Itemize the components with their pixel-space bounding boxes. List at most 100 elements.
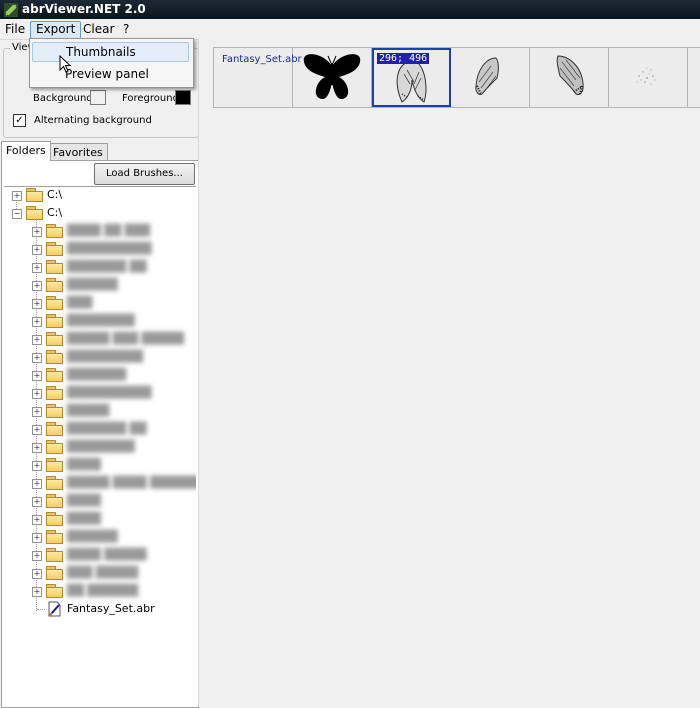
expand-icon[interactable]: + xyxy=(32,497,42,507)
menu-clear[interactable]: Clear xyxy=(78,21,119,37)
thumbnail-wing-selected[interactable]: 296; 496 xyxy=(372,48,451,107)
folder-icon xyxy=(46,584,63,598)
folder-label-redacted: ██████ xyxy=(67,278,118,291)
menu-file[interactable]: File xyxy=(0,21,30,37)
expand-icon[interactable]: + xyxy=(32,587,42,597)
expand-icon[interactable]: + xyxy=(32,371,42,381)
tree-folder-row[interactable]: + ████████ xyxy=(4,439,194,455)
tree-folder-row[interactable]: + ██████ xyxy=(4,529,194,545)
menu-item-preview-panel[interactable]: Preview panel xyxy=(32,64,187,84)
tree-folder-row[interactable]: + █████ xyxy=(4,403,194,419)
tree-folder-row[interactable]: + ████ xyxy=(4,511,194,527)
tree-folder-row[interactable]: + ██████████ xyxy=(4,241,194,257)
tree-folder-row[interactable]: + ████ xyxy=(4,457,194,473)
tree-folder-row[interactable]: + ██ ██████ xyxy=(4,583,194,599)
tree-folder-row[interactable]: + █████ ███ █████ xyxy=(4,331,194,347)
title-bar: abrViewer.NET 2.0 xyxy=(0,0,700,19)
expand-icon[interactable]: + xyxy=(32,569,42,579)
folder-icon xyxy=(46,530,63,544)
folder-tree: + C:\ − C:\ + ████ ██ ███ + ██████████ + ██… xyxy=(4,186,196,706)
folder-label-redacted: █████████ xyxy=(67,350,144,363)
expand-icon[interactable]: + xyxy=(12,191,22,201)
expand-icon[interactable]: + xyxy=(32,281,42,291)
tree-folder-row[interactable]: + █████ ████ ████████ xyxy=(4,475,196,491)
drive-label: C:\ xyxy=(47,206,63,219)
folder-label-redacted: ██████████ xyxy=(67,242,152,255)
folder-label-redacted: ██████ xyxy=(67,530,118,543)
folder-label-redacted: █████ ████ ████████ xyxy=(67,476,196,489)
tree-folder-row[interactable]: + ███ █████ xyxy=(4,565,194,581)
folder-icon xyxy=(46,224,63,238)
tree-folder-row[interactable]: + ██████ xyxy=(4,277,194,293)
collapse-icon[interactable]: − xyxy=(12,209,22,219)
tree-folder-row[interactable]: + ███████ ██ xyxy=(4,259,194,275)
expand-icon[interactable]: + xyxy=(32,515,42,525)
expand-icon[interactable]: + xyxy=(32,317,42,327)
menu-export[interactable]: Export xyxy=(30,21,82,39)
alternating-background-checkbox[interactable]: ✓ xyxy=(13,114,26,127)
folder-label-redacted: █████ ███ █████ xyxy=(67,332,184,345)
foreground-color-swatch[interactable] xyxy=(175,90,191,105)
expand-icon[interactable]: + xyxy=(32,443,42,453)
expand-icon[interactable]: + xyxy=(32,551,42,561)
menu-item-preview-panel-label: Preview panel xyxy=(65,67,149,81)
expand-icon[interactable]: + xyxy=(32,479,42,489)
expand-icon[interactable]: + xyxy=(32,461,42,471)
expand-icon[interactable]: + xyxy=(32,407,42,417)
folder-icon xyxy=(46,566,63,580)
folder-label-redacted: ████ xyxy=(67,512,101,525)
tree-folder-row[interactable]: + ███ xyxy=(4,295,194,311)
folder-icon xyxy=(46,278,63,292)
file-label: Fantasy_Set.abr xyxy=(67,602,155,615)
thumbnail-sparkle[interactable] xyxy=(609,48,688,107)
tree-folder-row[interactable]: + ████ xyxy=(4,493,194,509)
background-color-swatch[interactable] xyxy=(90,90,106,105)
thumbnail-cell-partial[interactable] xyxy=(688,48,700,107)
tree-folder-row[interactable]: + ████ █████ xyxy=(4,547,194,563)
tree-folder-row[interactable]: + ██████████ xyxy=(4,385,194,401)
tree-folder-row[interactable]: + ███████ ██ xyxy=(4,421,194,437)
folder-label-redacted: █████ xyxy=(67,404,110,417)
folders-panel: Load Brushes... + C:\ − C:\ + ████ ██ ███… xyxy=(1,160,199,708)
alternating-background-label: Alternating background xyxy=(34,115,152,126)
tree-folder-row[interactable]: + ███████ xyxy=(4,367,194,383)
tree-folder-row[interactable]: + █████████ xyxy=(4,349,194,365)
load-brushes-button[interactable]: Load Brushes... xyxy=(94,163,195,185)
tree-drive-row[interactable]: − C:\ xyxy=(4,205,194,221)
tree-drive-row[interactable]: + C:\ xyxy=(4,187,194,203)
drive-label: C:\ xyxy=(47,188,63,201)
folder-icon xyxy=(46,440,63,454)
expand-icon[interactable]: + xyxy=(32,353,42,363)
thumbnail-wing[interactable] xyxy=(530,48,609,107)
tree-folder-row[interactable]: + ████████ xyxy=(4,313,194,329)
tree-file-row[interactable]: Fantasy_Set.abr xyxy=(4,601,194,617)
wing-brush-icon xyxy=(475,57,499,95)
menu-help[interactable]: ? xyxy=(118,21,134,37)
folder-label-redacted: ██ ██████ xyxy=(67,584,139,597)
expand-icon[interactable]: + xyxy=(32,389,42,399)
folder-icon xyxy=(46,422,63,436)
expand-icon[interactable]: + xyxy=(32,245,42,255)
folder-label-redacted: ████████ xyxy=(67,440,135,453)
folder-label-redacted: ███ xyxy=(67,296,93,309)
thumbnail-butterfly[interactable] xyxy=(293,48,372,107)
menu-item-thumbnails[interactable]: Thumbnails xyxy=(32,42,189,62)
folder-label-redacted: ████ xyxy=(67,458,101,471)
thumbnail-wing[interactable] xyxy=(451,48,530,107)
expand-icon[interactable]: + xyxy=(32,263,42,273)
folder-label-redacted: ██████████ xyxy=(67,386,152,399)
folder-icon xyxy=(46,242,63,256)
export-dropdown-menu: Thumbnails Preview panel xyxy=(29,38,194,88)
expand-icon[interactable]: + xyxy=(32,335,42,345)
tree-folder-row[interactable]: + ████ ██ ███ xyxy=(4,223,194,239)
folder-icon xyxy=(46,296,63,310)
expand-icon[interactable]: + xyxy=(32,299,42,309)
folder-icon xyxy=(46,458,63,472)
folder-icon xyxy=(46,476,63,490)
expand-icon[interactable]: + xyxy=(32,425,42,435)
expand-icon[interactable]: + xyxy=(32,533,42,543)
folder-label-redacted: ███████ ██ xyxy=(67,422,147,435)
tab-folders[interactable]: Folders xyxy=(1,141,51,161)
folder-label-redacted: ███████ ██ xyxy=(67,260,147,273)
expand-icon[interactable]: + xyxy=(32,227,42,237)
